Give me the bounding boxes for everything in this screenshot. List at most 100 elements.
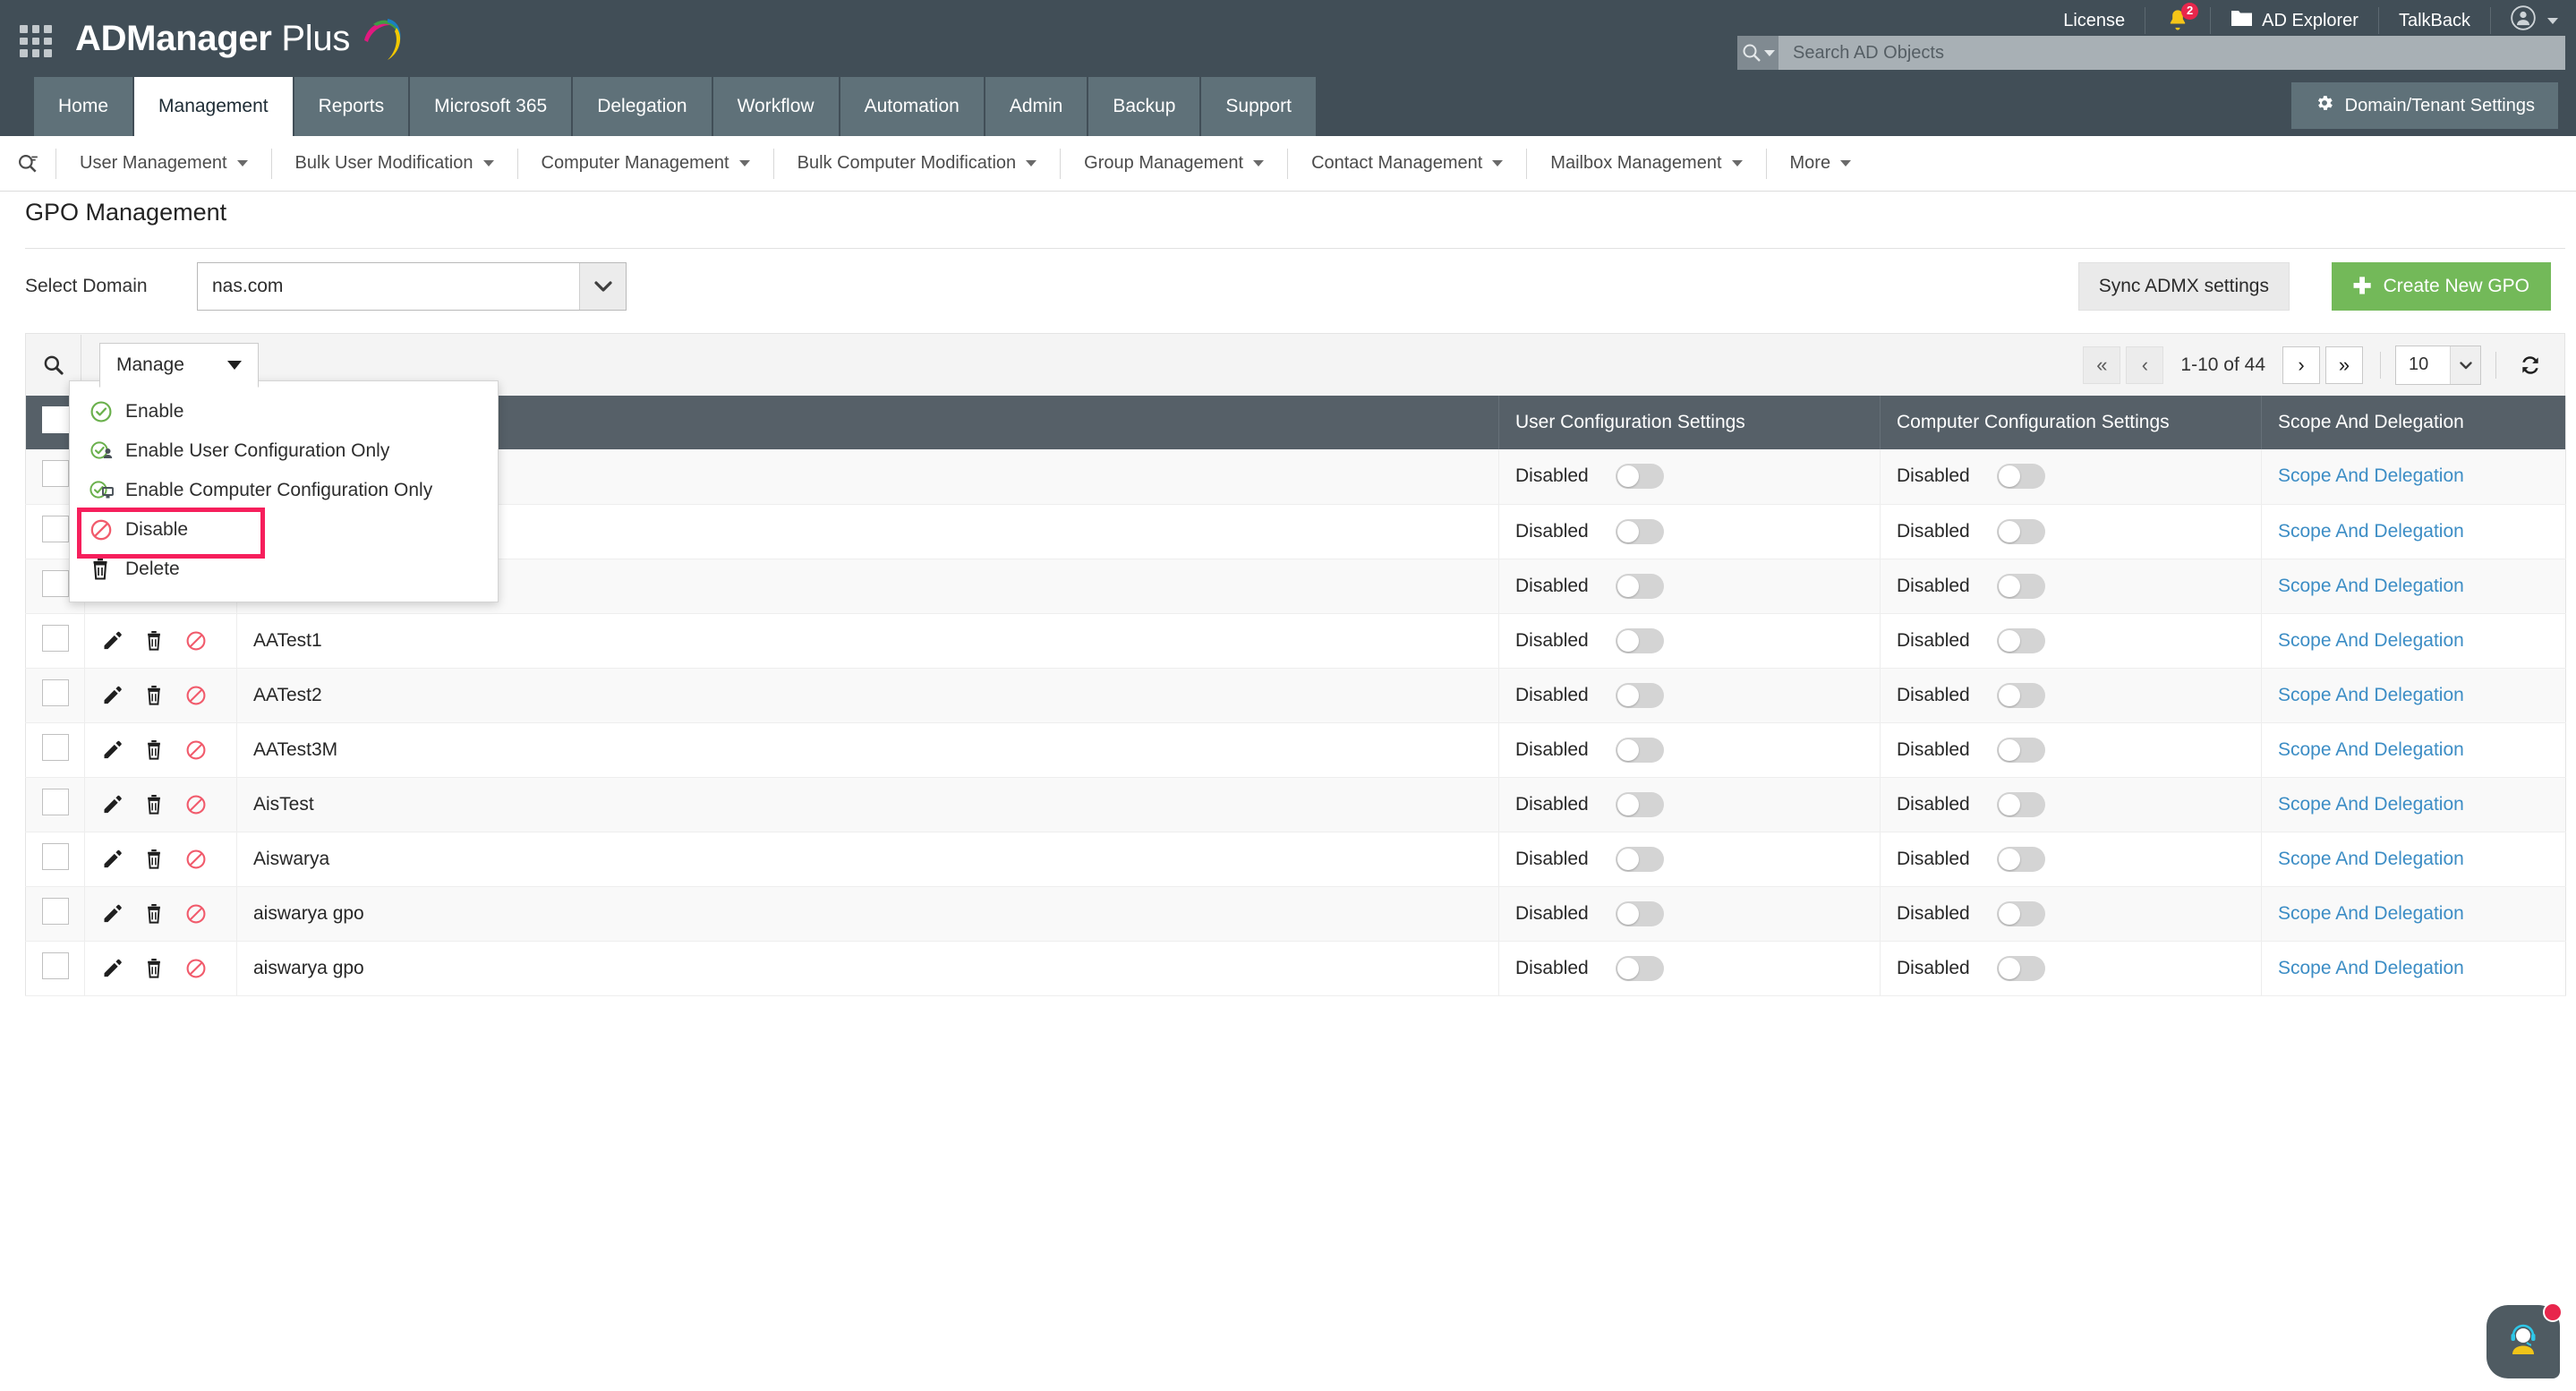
tab-workflow[interactable]: Workflow <box>713 77 839 136</box>
trash-icon[interactable] <box>144 958 164 979</box>
scope-and-delegation-link[interactable]: Scope And Delegation <box>2278 630 2464 651</box>
computer-config-toggle[interactable] <box>1997 738 2045 763</box>
user-config-toggle[interactable] <box>1616 574 1664 599</box>
scope-and-delegation-link[interactable]: Scope And Delegation <box>2278 739 2464 760</box>
block-icon[interactable] <box>185 685 207 706</box>
edit-pencil-icon[interactable] <box>101 849 123 870</box>
scope-and-delegation-link[interactable]: Scope And Delegation <box>2278 903 2464 924</box>
user-config-toggle[interactable] <box>1616 738 1664 763</box>
domain-tenant-settings-button[interactable]: Domain/Tenant Settings <box>2291 82 2558 129</box>
scope-and-delegation-link[interactable]: Scope And Delegation <box>2278 465 2464 486</box>
notifications-button[interactable]: 2 <box>2145 7 2211 34</box>
select-all-checkbox[interactable] <box>42 406 69 433</box>
computer-config-toggle[interactable] <box>1997 847 2045 872</box>
row-checkbox[interactable] <box>42 570 69 597</box>
manage-dropdown-button[interactable]: Manage <box>99 343 259 388</box>
create-new-gpo-button[interactable]: ✚ Create New GPO <box>2332 262 2551 311</box>
subnav-mailbox-management[interactable]: Mailbox Management <box>1526 149 1765 179</box>
user-config-toggle[interactable] <box>1616 956 1664 981</box>
user-config-toggle[interactable] <box>1616 792 1664 817</box>
block-icon[interactable] <box>185 849 207 870</box>
sync-admx-settings-button[interactable]: Sync ADMX settings <box>2078 262 2290 311</box>
computer-config-toggle[interactable] <box>1997 792 2045 817</box>
row-select-cell[interactable] <box>26 668 85 722</box>
user-config-toggle[interactable] <box>1616 847 1664 872</box>
ad-explorer-link[interactable]: AD Explorer <box>2211 7 2379 34</box>
edit-pencil-icon[interactable] <box>101 794 123 815</box>
scope-and-delegation-link[interactable]: Scope And Delegation <box>2278 958 2464 978</box>
subnav-bulk-computer-modification[interactable]: Bulk Computer Modification <box>773 149 1061 179</box>
previous-page-button[interactable]: ‹ <box>2126 346 2163 384</box>
block-icon[interactable] <box>185 794 207 815</box>
row-select-cell[interactable] <box>26 613 85 668</box>
user-config-toggle[interactable] <box>1616 628 1664 653</box>
row-checkbox[interactable] <box>42 679 69 706</box>
computer-config-toggle[interactable] <box>1997 956 2045 981</box>
apps-grid-icon[interactable] <box>20 25 52 57</box>
tab-delegation[interactable]: Delegation <box>573 77 711 136</box>
global-search[interactable] <box>1737 36 2565 70</box>
tab-home[interactable]: Home <box>34 77 132 136</box>
row-checkbox[interactable] <box>42 898 69 925</box>
block-icon[interactable] <box>185 630 207 652</box>
menu-item-delete[interactable]: Delete <box>70 550 498 589</box>
menu-item-enable-user-configuration-only[interactable]: Enable User Configuration Only <box>70 431 498 471</box>
account-menu[interactable] <box>2491 7 2565 34</box>
row-select-cell[interactable] <box>26 832 85 886</box>
edit-pencil-icon[interactable] <box>101 685 123 706</box>
talkback-link[interactable]: TalkBack <box>2379 7 2491 34</box>
scope-and-delegation-link[interactable]: Scope And Delegation <box>2278 576 2464 596</box>
scope-and-delegation-link[interactable]: Scope And Delegation <box>2278 794 2464 815</box>
menu-item-disable[interactable]: Disable <box>70 510 498 550</box>
domain-select[interactable]: nas.com <box>197 262 627 311</box>
computer-config-toggle[interactable] <box>1997 464 2045 489</box>
computer-config-toggle[interactable] <box>1997 901 2045 926</box>
menu-item-enable-computer-configuration-only[interactable]: Enable Computer Configuration Only <box>70 471 498 510</box>
tab-management[interactable]: Management <box>134 77 293 136</box>
computer-config-toggle[interactable] <box>1997 574 2045 599</box>
row-select-cell[interactable] <box>26 777 85 832</box>
search-type-button[interactable] <box>1737 36 1778 70</box>
edit-pencil-icon[interactable] <box>101 903 123 925</box>
row-checkbox[interactable] <box>42 625 69 652</box>
scope-and-delegation-link[interactable]: Scope And Delegation <box>2278 849 2464 869</box>
first-page-button[interactable]: « <box>2083 346 2120 384</box>
menu-item-enable[interactable]: Enable <box>70 392 498 431</box>
row-checkbox[interactable] <box>42 789 69 815</box>
scope-and-delegation-link[interactable]: Scope And Delegation <box>2278 521 2464 542</box>
scope-and-delegation-link[interactable]: Scope And Delegation <box>2278 685 2464 705</box>
user-config-toggle[interactable] <box>1616 683 1664 708</box>
tab-microsoft-365[interactable]: Microsoft 365 <box>410 77 571 136</box>
computer-config-toggle[interactable] <box>1997 519 2045 544</box>
trash-icon[interactable] <box>144 849 164 870</box>
tab-backup[interactable]: Backup <box>1088 77 1199 136</box>
computer-config-toggle[interactable] <box>1997 628 2045 653</box>
next-page-button[interactable]: › <box>2282 346 2320 384</box>
edit-pencil-icon[interactable] <box>101 630 123 652</box>
row-checkbox[interactable] <box>42 734 69 761</box>
subnav-contact-management[interactable]: Contact Management <box>1287 149 1526 179</box>
subnav-group-management[interactable]: Group Management <box>1060 149 1287 179</box>
page-size-select[interactable]: 10 <box>2395 346 2481 385</box>
user-config-toggle[interactable] <box>1616 901 1664 926</box>
block-icon[interactable] <box>185 903 207 925</box>
computer-config-toggle[interactable] <box>1997 683 2045 708</box>
row-select-cell[interactable] <box>26 886 85 941</box>
search-filter-icon[interactable] <box>0 136 55 192</box>
refresh-icon[interactable] <box>2511 346 2550 385</box>
row-select-cell[interactable] <box>26 941 85 995</box>
block-icon[interactable] <box>185 739 207 761</box>
user-config-toggle[interactable] <box>1616 519 1664 544</box>
subnav-computer-management[interactable]: Computer Management <box>517 149 773 179</box>
tab-admin[interactable]: Admin <box>985 77 1088 136</box>
trash-icon[interactable] <box>144 794 164 815</box>
row-checkbox[interactable] <box>42 516 69 542</box>
tab-support[interactable]: Support <box>1201 77 1316 136</box>
edit-pencil-icon[interactable] <box>101 739 123 761</box>
trash-icon[interactable] <box>144 685 164 706</box>
license-link[interactable]: License <box>2043 7 2145 34</box>
trash-icon[interactable] <box>144 630 164 652</box>
user-config-toggle[interactable] <box>1616 464 1664 489</box>
subnav-more[interactable]: More <box>1766 149 1875 179</box>
tab-reports[interactable]: Reports <box>294 77 409 136</box>
